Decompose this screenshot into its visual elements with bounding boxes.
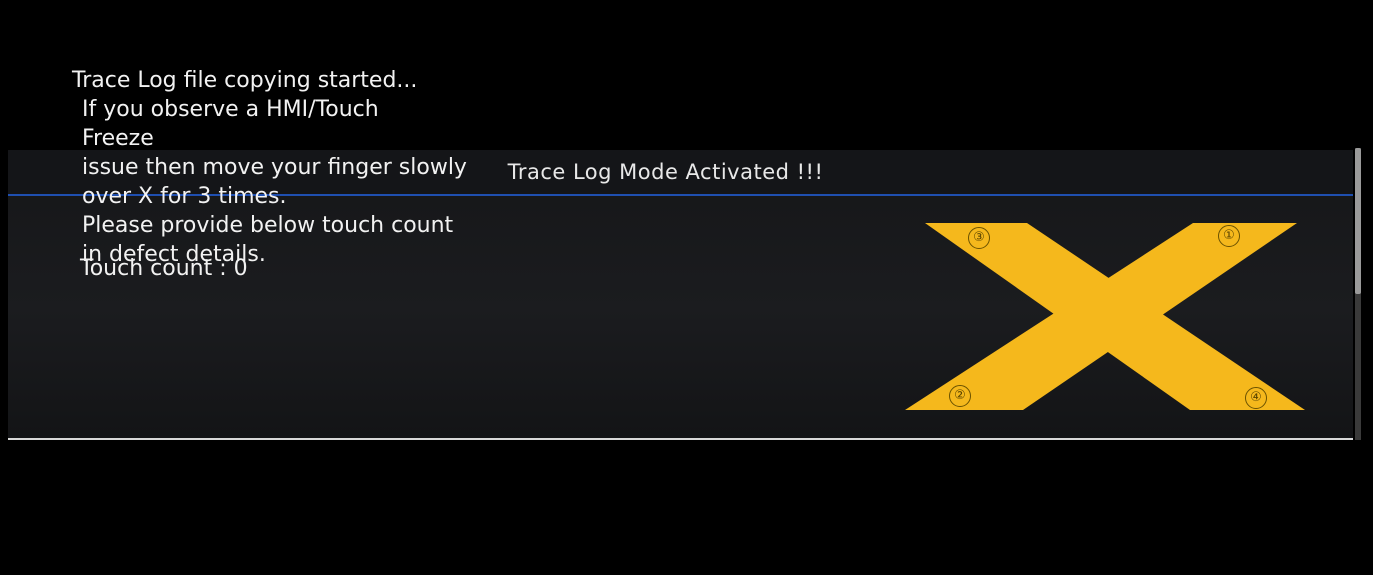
touch-count-label: Touch count : [80,256,227,281]
marker-4-icon: ④ [1245,387,1267,409]
message-line: If you observe a HMI/Touch [82,97,379,122]
x-shape-icon [905,223,1305,410]
message-line: over X for 3 times. [82,184,287,209]
message-line: Please provide below touch count [82,213,454,238]
touch-count-value: 0 [233,256,248,281]
dialog-message: Trace Log file copying started... If you… [72,66,792,269]
marker-2-icon: ② [949,385,971,407]
message-line: Freeze [82,126,154,151]
marker-3-icon: ③ [968,227,990,249]
x-touch-pad[interactable]: ③ ① ② ④ [905,220,1310,410]
screen: Trace Log Mode Activated !!! Trace Log f… [0,0,1373,575]
scrollbar-thumb[interactable] [1355,148,1361,294]
scrollbar[interactable] [1355,148,1361,440]
message-line: issue then move your finger slowly [82,155,467,180]
message-line: Trace Log file copying started... [72,68,418,93]
marker-1-icon: ① [1218,225,1240,247]
touch-count: Touch count : 0 [80,255,248,283]
